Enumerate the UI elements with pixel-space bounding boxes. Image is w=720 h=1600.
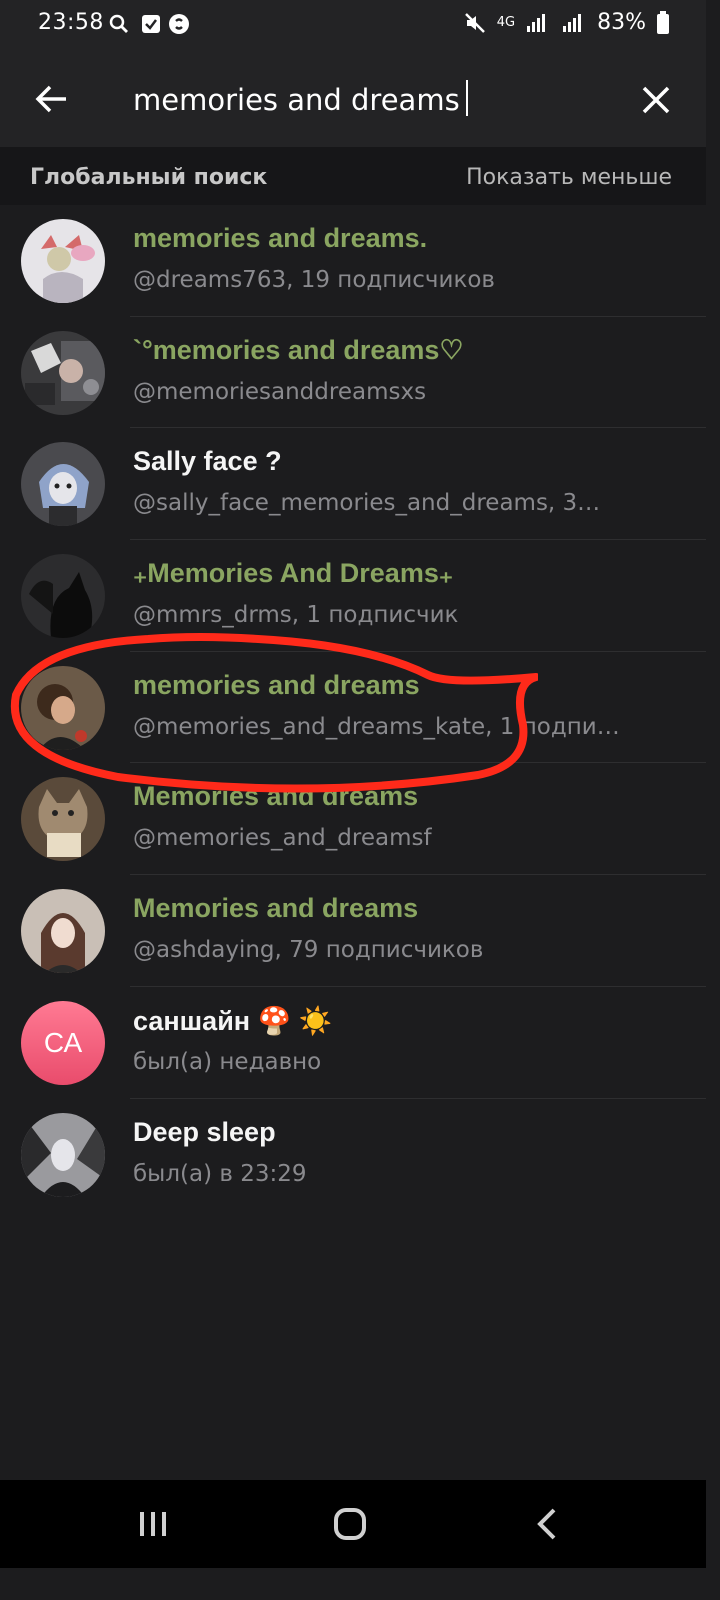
result-subtitle: @memories_and_dreams_kate, 1 подпи… — [133, 713, 620, 740]
result-title: саншайн 🍄 ☀️ — [133, 1005, 333, 1036]
signal-icon-2 — [563, 13, 582, 32]
signal-icon — [527, 13, 546, 32]
list-item[interactable]: Sally face ? @sally_face_memories_and_dr… — [0, 428, 706, 541]
result-title: `°memories and dreams♡ — [133, 334, 464, 365]
list-item[interactable]: Memories and dreams @ashdaying, 79 подпи… — [0, 875, 706, 987]
back-arrow-icon[interactable] — [30, 77, 74, 121]
battery-percent: 83% — [597, 10, 646, 35]
result-title: memories and dreams — [133, 669, 420, 700]
result-subtitle: @memories_and_dreamsf — [133, 825, 432, 852]
avatar — [21, 777, 105, 862]
home-icon[interactable] — [330, 1504, 370, 1544]
search-icon — [109, 14, 128, 33]
back-icon[interactable] — [528, 1504, 568, 1544]
result-subtitle: был(а) недавно — [133, 1048, 322, 1075]
result-subtitle: @sally_face_memories_and_dreams, 3… — [133, 490, 601, 517]
global-search-header: Глобальный поиск Показать меньше — [0, 147, 706, 205]
list-item[interactable]: ₊Memories And Dreams₊ @mmrs_drms, 1 подп… — [0, 540, 706, 652]
section-title: Глобальный поиск — [30, 165, 268, 190]
avatar — [21, 554, 105, 639]
show-less-button[interactable]: Показать меньше — [466, 165, 672, 190]
battery-icon — [657, 10, 669, 34]
shazam-icon — [169, 14, 189, 34]
result-subtitle: @ashdaying, 79 подписчиков — [133, 937, 484, 964]
list-item[interactable]: Deep sleep был(а) в 23:29 — [0, 1099, 706, 1211]
recent-apps-icon[interactable] — [133, 1504, 173, 1544]
result-subtitle: был(а) в 23:29 — [133, 1160, 307, 1187]
list-item[interactable]: Memories and dreams @memories_and_dreams… — [0, 763, 706, 876]
text-caret — [465, 80, 468, 116]
search-header: memories and dreams — [0, 52, 706, 147]
list-item[interactable]: СА саншайн 🍄 ☀️ был(а) недавно — [0, 987, 706, 1099]
list-item[interactable]: `°memories and dreams♡ @memoriesanddream… — [0, 317, 706, 429]
avatar — [21, 330, 105, 415]
status-right: 4G 83% — [463, 10, 670, 35]
avatar — [21, 665, 105, 750]
network-type: 4G — [496, 14, 516, 30]
mute-icon — [464, 12, 485, 33]
result-subtitle: @dreams763, 19 подписчиков — [133, 267, 495, 293]
avatar — [21, 1112, 105, 1197]
list-item[interactable]: memories and dreams. @dreams763, 19 подп… — [0, 205, 706, 317]
avatar — [21, 442, 105, 527]
search-query-text: memories and dreams — [133, 83, 460, 117]
avatar — [21, 219, 105, 303]
result-title: Memories and dreams — [133, 893, 419, 924]
search-input[interactable]: memories and dreams — [133, 80, 468, 117]
result-title: memories and dreams. — [133, 223, 428, 253]
avatar: СА — [21, 1000, 105, 1085]
result-subtitle: @mmrs_drms, 1 подписчик — [133, 602, 459, 629]
result-title: ₊Memories And Dreams₊ — [133, 558, 454, 589]
result-title: Deep sleep — [133, 1116, 276, 1147]
check-square-icon — [142, 15, 160, 33]
list-item[interactable]: memories and dreams @memories_and_dreams… — [0, 652, 706, 764]
status-time: 23:58 — [38, 10, 104, 35]
result-subtitle: @memoriesanddreamsxs — [133, 378, 427, 405]
result-title: Memories and dreams — [133, 781, 419, 812]
system-nav-bar — [0, 1480, 706, 1568]
avatar — [21, 889, 105, 974]
result-title: Sally face ? — [133, 446, 282, 477]
status-bar: 23:58 4G 83% — [0, 0, 706, 52]
results-list: memories and dreams. @dreams763, 19 подп… — [0, 205, 706, 1210]
close-icon[interactable] — [634, 78, 678, 122]
